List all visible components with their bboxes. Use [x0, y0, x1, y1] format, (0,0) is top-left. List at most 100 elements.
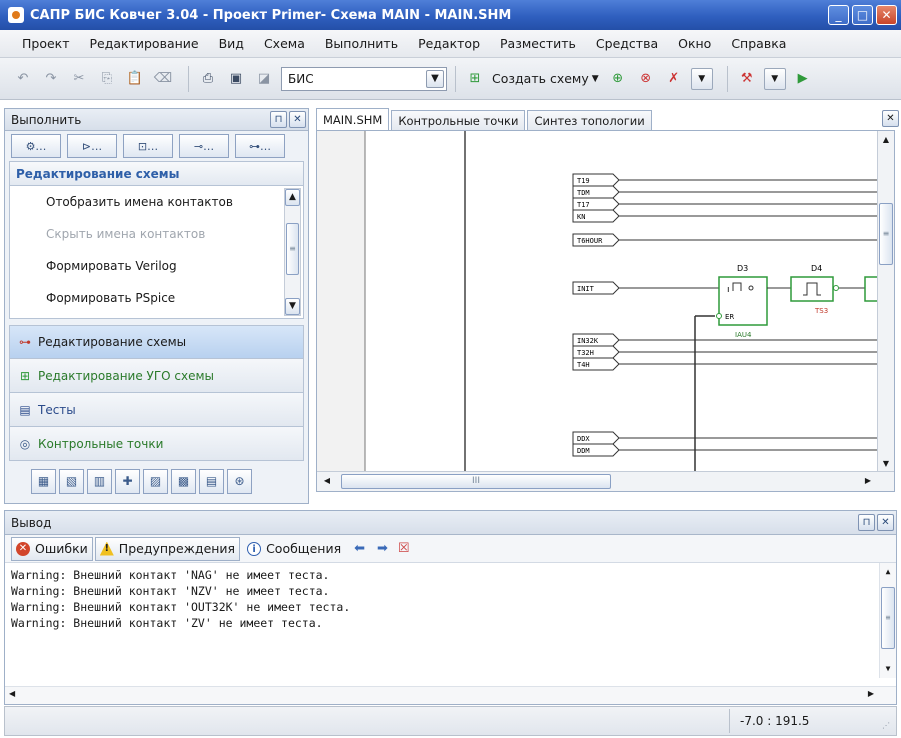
port-in32k[interactable]: IN32K	[572, 333, 877, 347]
minimize-button[interactable]: _	[828, 5, 849, 25]
maximize-button[interactable]: □	[852, 5, 873, 25]
settings-group-button[interactable]: ⚙…	[11, 134, 61, 158]
command-generate-pspice[interactable]: Формировать PSpice	[10, 282, 303, 314]
chevron-down-icon[interactable]: ▼	[426, 69, 444, 88]
menu-view[interactable]: Вид	[219, 36, 244, 51]
schematic-canvas[interactable]: T19 TDM T17 KN T6HOUR INIT IN32K T32H T4…	[316, 130, 895, 492]
port-tdm[interactable]: TDM	[572, 185, 877, 199]
port-ddx[interactable]: DDX	[572, 431, 877, 445]
components-group-button[interactable]: ⊳…	[67, 134, 117, 158]
remove-net-icon[interactable]: ✗	[663, 68, 685, 90]
menu-project[interactable]: Проект	[22, 36, 70, 51]
scroll-up-icon[interactable]: ▲	[882, 565, 894, 579]
output-horizontal-scrollbar[interactable]: ◀ ▶	[5, 686, 896, 704]
scroll-down-icon[interactable]: ▼	[880, 457, 892, 471]
messages-filter-button[interactable]: i Сообщения	[242, 537, 346, 561]
component-d3[interactable]: D3 ı ER IAU4	[716, 264, 768, 339]
close-button[interactable]: ✕	[876, 5, 897, 25]
scroll-down-icon[interactable]: ▼	[882, 662, 894, 676]
port-ddm[interactable]: DDM	[572, 443, 877, 457]
scroll-thumb[interactable]: ≡	[881, 587, 895, 649]
menu-tools[interactable]: Средства	[596, 36, 658, 51]
undo-icon[interactable]: ↶	[12, 68, 34, 90]
layout-group-button[interactable]: ⊡…	[123, 134, 173, 158]
scheme-group-button[interactable]: ⊶…	[235, 134, 285, 158]
warnings-filter-button[interactable]: ! Предупреждения	[94, 536, 241, 561]
tab-main-shm[interactable]: MAIN.SHM	[316, 108, 390, 130]
close-document-icon[interactable]: ✕	[882, 110, 899, 127]
menu-editor[interactable]: Редактор	[418, 36, 480, 51]
save-icon[interactable]: ▣	[225, 68, 247, 90]
checklist-icon[interactable]: ▨	[143, 468, 168, 494]
nav-scheme-editing[interactable]: ⊶ Редактирование схемы	[9, 325, 304, 359]
panel-close-icon[interactable]: ✕	[289, 111, 306, 128]
previous-arrow-icon[interactable]: ⬅	[354, 541, 365, 556]
scroll-right-icon[interactable]: ▶	[868, 689, 874, 698]
scroll-up-icon[interactable]: ▲	[880, 133, 892, 147]
command-generate-verilog[interactable]: Формировать Verilog	[10, 250, 303, 282]
tab-topology-synthesis[interactable]: Синтез топологии	[527, 110, 652, 130]
port-t19[interactable]: T19	[572, 173, 877, 187]
add-symbol-icon[interactable]: ⊕	[607, 68, 629, 90]
create-scheme-icon[interactable]: ⊞	[464, 68, 486, 90]
menu-scheme[interactable]: Схема	[264, 36, 305, 51]
command-show-pin-names[interactable]: Отобразить имена контактов	[10, 186, 303, 218]
scroll-left-icon[interactable]: ◀	[319, 474, 335, 488]
pin-icon[interactable]: ⊓	[858, 514, 875, 531]
pin-icon[interactable]: ⊓	[270, 111, 287, 128]
port-t6hour[interactable]: T6HOUR	[572, 233, 877, 247]
nav-checkpoints[interactable]: ◎ Контрольные точки	[9, 427, 304, 461]
delete-icon[interactable]: ⌫	[152, 68, 174, 90]
scroll-thumb[interactable]: ≡	[879, 203, 893, 265]
crosshair-icon[interactable]: ✚	[115, 468, 140, 494]
edit-table-icon[interactable]: ▧	[59, 468, 84, 494]
resize-grip-icon[interactable]: ⋰	[882, 721, 894, 733]
menu-place[interactable]: Разместить	[500, 36, 576, 51]
port-t4h[interactable]: T4H	[572, 357, 877, 371]
target-icon[interactable]: ⊛	[227, 468, 252, 494]
more-dropdown[interactable]: ▼	[690, 67, 713, 90]
nav-tests[interactable]: ▤ Тесты	[9, 393, 304, 427]
menu-window[interactable]: Окно	[678, 36, 711, 51]
scroll-thumb[interactable]: III	[341, 474, 611, 489]
canvas-vertical-scrollbar[interactable]: ▲ ≡ ▼	[877, 131, 894, 473]
clear-output-icon[interactable]: ☒	[398, 541, 410, 556]
output-vertical-scrollbar[interactable]: ▲ ≡ ▼	[879, 563, 896, 678]
scroll-right-icon[interactable]: ▶	[860, 474, 876, 488]
errors-filter-button[interactable]: ✕ Ошибки	[11, 536, 93, 561]
create-scheme-button[interactable]: Создать схему ▼	[492, 71, 599, 86]
waveform-icon[interactable]: ▦	[31, 468, 56, 494]
menu-help[interactable]: Справка	[731, 36, 786, 51]
scroll-up-icon[interactable]: ▲	[285, 189, 300, 206]
cut-icon[interactable]: ✂	[68, 68, 90, 90]
chip-icon[interactable]: ▩	[171, 468, 196, 494]
scroll-thumb[interactable]: ≡	[286, 223, 299, 275]
paste-icon[interactable]: 📋	[124, 68, 146, 90]
canvas-horizontal-scrollbar[interactable]: ◀ III ▶	[317, 471, 894, 491]
port-init[interactable]: INIT	[572, 281, 719, 295]
print-icon[interactable]: ⎙	[197, 68, 219, 90]
redo-icon[interactable]: ↷	[40, 68, 62, 90]
matrix-icon[interactable]: ▤	[199, 468, 224, 494]
nav-symbol-editing[interactable]: ⊞ Редактирование УГО схемы	[9, 359, 304, 393]
grid-icon[interactable]: ▥	[87, 468, 112, 494]
scroll-down-icon[interactable]: ▼	[285, 298, 300, 315]
tools-icon[interactable]: ⚒	[736, 68, 758, 90]
menu-run[interactable]: Выполнить	[325, 36, 398, 51]
add-net-icon[interactable]: ⊗	[635, 68, 657, 90]
tab-checkpoints[interactable]: Контрольные точки	[391, 110, 526, 130]
port-t32h[interactable]: T32H	[572, 345, 877, 359]
command-list-scrollbar[interactable]: ▲ ≡ ▼	[284, 188, 301, 316]
run-icon[interactable]: ▶	[792, 68, 814, 90]
tools-dropdown[interactable]: ▼	[763, 67, 786, 90]
port-t17[interactable]: T17	[572, 197, 877, 211]
scroll-left-icon[interactable]: ◀	[9, 689, 15, 698]
component-d4[interactable]: D4 TS3	[790, 264, 839, 315]
connect-group-button[interactable]: ⊸…	[179, 134, 229, 158]
stamp-icon[interactable]: ◪	[253, 68, 275, 90]
port-kn[interactable]: KN	[572, 209, 877, 223]
menu-edit[interactable]: Редактирование	[90, 36, 199, 51]
copy-icon[interactable]: ⎘	[96, 68, 118, 90]
next-arrow-icon[interactable]: ➡	[377, 541, 388, 556]
library-select[interactable]: БИС ▼	[281, 66, 447, 91]
